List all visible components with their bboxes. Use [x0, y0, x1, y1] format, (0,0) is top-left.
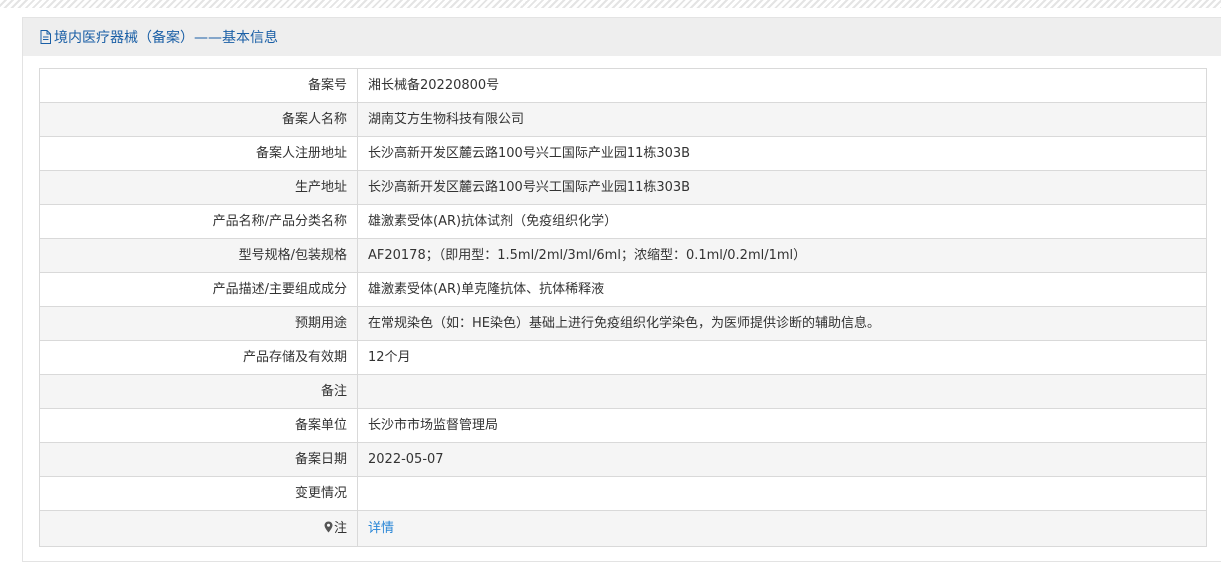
field-label: 备案号 [39, 68, 358, 103]
field-label: 型号规格/包装规格 [39, 238, 358, 273]
field-label: 变更情况 [39, 476, 358, 511]
table-row: 预期用途 在常规染色（如：HE染色）基础上进行免疫组织化学染色，为医师提供诊断的… [39, 306, 1207, 341]
field-label: 预期用途 [39, 306, 358, 341]
field-label: 备案人注册地址 [39, 136, 358, 171]
field-value [357, 476, 1207, 511]
field-label: 备案单位 [39, 408, 358, 443]
table-row: 产品名称/产品分类名称 雄激素受体(AR)抗体试剂（免疫组织化学） [39, 204, 1207, 239]
field-value: 长沙高新开发区麓云路100号兴工国际产业园11栋303B [357, 170, 1207, 205]
field-value: 在常规染色（如：HE染色）基础上进行免疫组织化学染色，为医师提供诊断的辅助信息。 [357, 306, 1207, 341]
note-label: 注 [333, 521, 347, 536]
top-decorative-stripe [0, 0, 1221, 8]
table-row: 备案人名称 湖南艾方生物科技有限公司 [39, 102, 1207, 137]
note-value-cell: 详情 [357, 510, 1207, 547]
field-value [357, 374, 1207, 409]
table-row-note: 注 详情 [39, 510, 1207, 547]
field-label: 备案人名称 [39, 102, 358, 137]
field-value: AF20178；（即用型：1.5ml/2ml/3ml/6ml；浓缩型：0.1ml… [357, 238, 1207, 273]
table-row: 生产地址 长沙高新开发区麓云路100号兴工国际产业园11栋303B [39, 170, 1207, 205]
document-icon [40, 30, 51, 44]
field-label: 产品描述/主要组成成分 [39, 272, 358, 307]
page-title: 境内医疗器械（备案）——基本信息 [54, 30, 278, 46]
table-row: 备案日期 2022-05-07 [39, 442, 1207, 477]
table-row: 备案号 湘长械备20220800号 [39, 68, 1207, 103]
table-row: 产品存储及有效期 12个月 [39, 340, 1207, 375]
field-label: 备案日期 [39, 442, 358, 477]
table-row: 备注 [39, 374, 1207, 409]
field-label: 产品名称/产品分类名称 [39, 204, 358, 239]
field-label: 生产地址 [39, 170, 358, 205]
table-row: 变更情况 [39, 476, 1207, 511]
field-value: 雄激素受体(AR)抗体试剂（免疫组织化学） [357, 204, 1207, 239]
pin-icon [324, 513, 333, 533]
field-value: 湘长械备20220800号 [357, 68, 1207, 103]
info-table: 备案号 湘长械备20220800号 备案人名称 湖南艾方生物科技有限公司 备案人… [39, 68, 1207, 547]
field-value: 湖南艾方生物科技有限公司 [357, 102, 1207, 137]
table-row: 备案单位 长沙市市场监督管理局 [39, 408, 1207, 443]
field-label: 备注 [39, 374, 358, 409]
table-row: 型号规格/包装规格 AF20178；（即用型：1.5ml/2ml/3ml/6ml… [39, 238, 1207, 273]
basic-info-panel: 境内医疗器械（备案）——基本信息 备案号 湘长械备20220800号 备案人名称… [22, 17, 1221, 562]
field-value: 长沙市市场监督管理局 [357, 408, 1207, 443]
detail-link[interactable]: 详情 [368, 521, 394, 536]
panel-header: 境内医疗器械（备案）——基本信息 [23, 18, 1221, 56]
table-row: 备案人注册地址 长沙高新开发区麓云路100号兴工国际产业园11栋303B [39, 136, 1207, 171]
field-value: 12个月 [357, 340, 1207, 375]
field-value: 雄激素受体(AR)单克隆抗体、抗体稀释液 [357, 272, 1207, 307]
table-row: 产品描述/主要组成成分 雄激素受体(AR)单克隆抗体、抗体稀释液 [39, 272, 1207, 307]
field-value: 长沙高新开发区麓云路100号兴工国际产业园11栋303B [357, 136, 1207, 171]
field-value: 2022-05-07 [357, 442, 1207, 477]
note-label-cell: 注 [39, 510, 358, 547]
field-label: 产品存储及有效期 [39, 340, 358, 375]
